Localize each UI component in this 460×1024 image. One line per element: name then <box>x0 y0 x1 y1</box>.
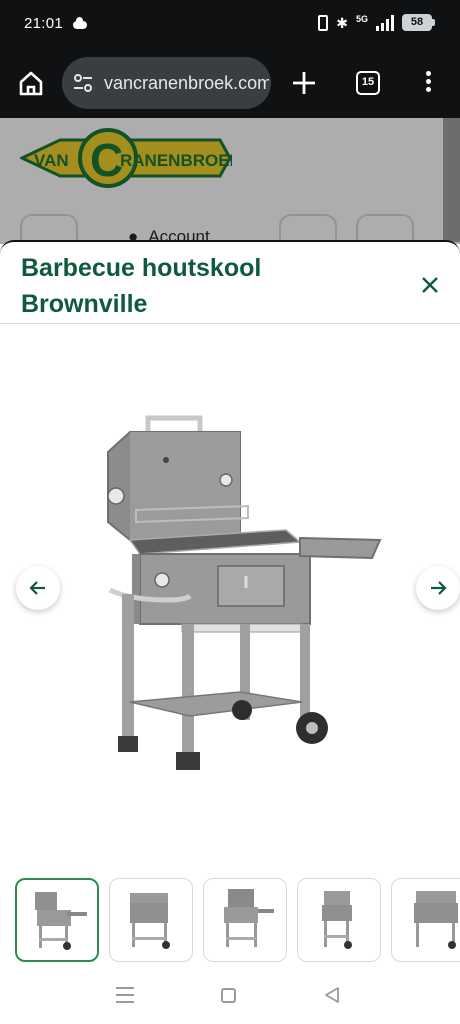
previous-image-button[interactable] <box>16 566 60 610</box>
system-nav-bar <box>0 967 460 1024</box>
network-type: 5G <box>355 13 368 24</box>
vibrate-icon <box>318 14 329 31</box>
thumbnail-image <box>322 891 352 949</box>
status-icons: ✱ 5G 58 <box>318 13 435 31</box>
bluetooth-icon: ✱ <box>336 14 348 31</box>
arrow-right-icon <box>431 581 447 595</box>
signal-icon <box>376 14 394 31</box>
thumbnail-4[interactable] <box>297 878 381 962</box>
site-settings-icon[interactable] <box>72 72 94 94</box>
thumbnail-5[interactable] <box>391 878 460 962</box>
close-icon[interactable] <box>418 273 442 297</box>
recent-apps-icon[interactable] <box>116 987 134 1003</box>
product-image <box>107 415 382 770</box>
plus-icon[interactable] <box>289 68 319 98</box>
thumbnail-image <box>130 893 170 949</box>
more-vert-icon[interactable] <box>418 68 438 98</box>
battery-level: 58 <box>402 14 435 31</box>
modal-header: Barbecue houtskool Brownville <box>0 242 460 324</box>
modal-backdrop[interactable] <box>0 118 460 244</box>
status-time: 21:01 <box>24 15 64 32</box>
backdrop-gutter <box>443 118 460 242</box>
page-header-behind: VAN C RANENBROEK ● Account <box>0 118 460 244</box>
thumbnail-image <box>414 891 458 949</box>
thumbnail-image <box>35 892 87 950</box>
url-text: vancranenbroek.com <box>104 73 269 93</box>
home-icon <box>19 71 43 96</box>
home-button[interactable] <box>14 66 48 100</box>
thumbnail-image <box>224 889 274 947</box>
tabs-icon[interactable]: 15 <box>356 71 380 95</box>
thumbnail-2[interactable] <box>109 878 193 962</box>
thumbnail-strip <box>15 878 460 964</box>
address-bar[interactable]: vancranenbroek.com <box>62 57 271 109</box>
thumbnail-3[interactable] <box>203 878 287 962</box>
browser-toolbar: vancranenbroek.com 15 <box>0 52 460 118</box>
system-home-icon[interactable] <box>221 988 236 1003</box>
cloud-icon <box>73 17 87 29</box>
next-image-button[interactable] <box>416 566 460 610</box>
arrow-left-icon <box>29 581 45 595</box>
system-back-icon[interactable] <box>323 986 341 1004</box>
status-bar: 21:01 ✱ 5G 58 <box>0 0 460 52</box>
modal-title: Barbecue houtskool Brownville <box>21 254 262 318</box>
thumbnail-1[interactable] <box>15 878 99 962</box>
product-gallery-modal: Barbecue houtskool Brownville <box>0 240 460 967</box>
